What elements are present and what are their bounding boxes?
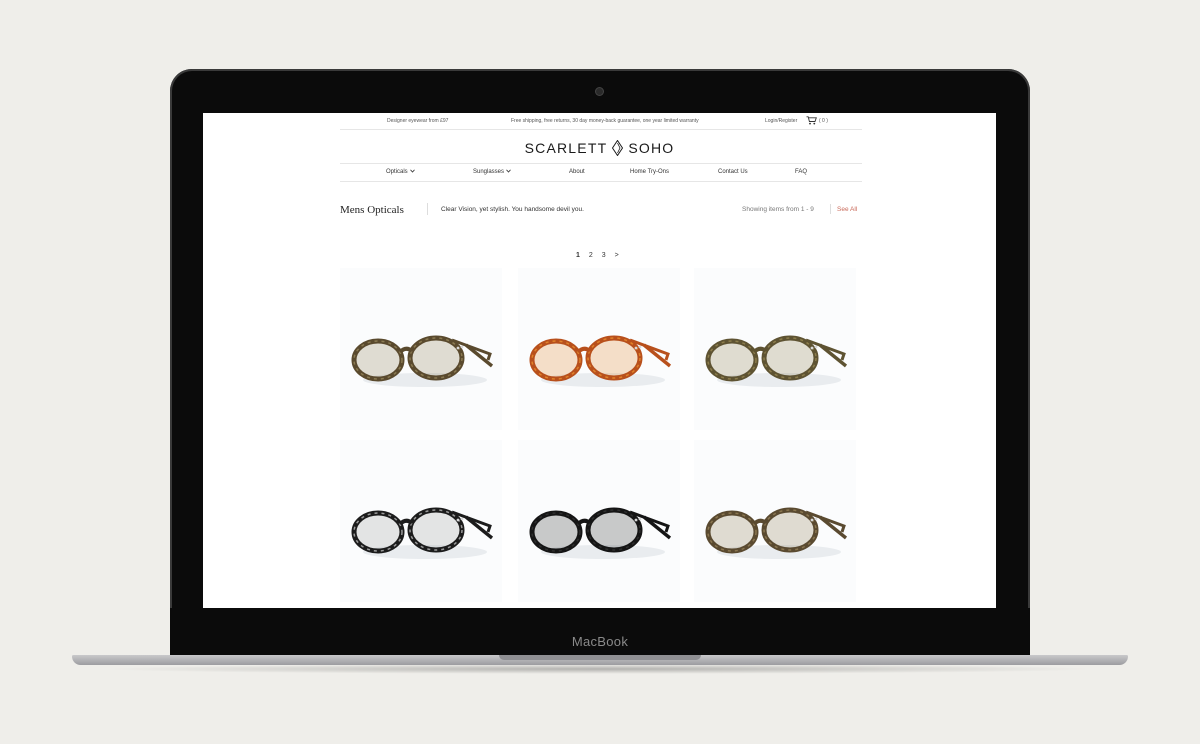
cart-count[interactable]: ( 0 ) [819, 118, 828, 124]
nav-sunglasses-label: Sunglasses [473, 169, 505, 175]
shipping-promo: Free shipping, free returns, 30 day mone… [511, 118, 699, 124]
product-card[interactable] [694, 268, 856, 430]
logo-word-left: SCARLETT [524, 140, 608, 156]
laptop-shadow [100, 664, 1100, 674]
device-brand-label: MacBook [571, 634, 629, 649]
nav-contact-us[interactable]: Contact Us [718, 169, 748, 175]
page-title: Mens Opticals [340, 204, 404, 216]
laptop-notch [499, 655, 701, 660]
price-note: Designer eyewear from £97 [387, 118, 449, 124]
page-tagline: Clear Vision, yet stylish. You handsome … [441, 206, 584, 213]
black-glasses-image [529, 507, 672, 559]
tortoise-brown-glasses-image [351, 335, 494, 387]
nav-about[interactable]: About [569, 169, 585, 175]
brand-logo[interactable]: SCARLETT SOHO [203, 140, 996, 156]
product-card[interactable] [340, 440, 502, 602]
product-card[interactable] [518, 268, 680, 430]
tortoise-olive-glasses-image [705, 507, 848, 559]
nav-faq[interactable]: FAQ [795, 169, 807, 175]
login-register-link[interactable]: Login/Register [765, 118, 797, 124]
cart-icon[interactable] [806, 116, 817, 125]
amber-red-glasses-image [529, 335, 672, 387]
nav-opticals[interactable]: Opticals [386, 169, 415, 175]
page-link-2[interactable]: 2 [589, 252, 593, 259]
title-divider [427, 203, 428, 215]
nav-opticals-label: Opticals [386, 169, 408, 175]
page-link-3[interactable]: 3 [602, 252, 606, 259]
main-navigation: Opticals Sunglasses About Home Try-Ons C… [340, 163, 862, 182]
logo-word-right: SOHO [628, 140, 675, 156]
olive-tortoise-glasses-image [705, 335, 848, 387]
top-announcement-bar: Designer eyewear from £97 Free shipping,… [340, 113, 862, 130]
diamond-logo-icon [612, 140, 624, 156]
see-all-link[interactable]: See All [837, 206, 857, 213]
chevron-down-icon [506, 169, 511, 173]
nav-home-try-ons[interactable]: Home Try-Ons [630, 169, 669, 175]
black-fade-glasses-image [351, 507, 494, 559]
results-count: Showing items from 1 - 9 [742, 206, 814, 213]
product-card[interactable] [340, 268, 502, 430]
nav-sunglasses[interactable]: Sunglasses [473, 169, 511, 175]
camera-icon [596, 88, 603, 95]
product-card[interactable] [518, 440, 680, 602]
results-divider [830, 204, 831, 214]
pagination: 1 2 3 > [576, 252, 626, 259]
browser-screen: Designer eyewear from £97 Free shipping,… [203, 113, 996, 608]
chevron-down-icon [409, 169, 415, 173]
product-card[interactable] [694, 440, 856, 602]
page-link-1[interactable]: 1 [576, 252, 580, 259]
next-page-link[interactable]: > [615, 252, 619, 259]
